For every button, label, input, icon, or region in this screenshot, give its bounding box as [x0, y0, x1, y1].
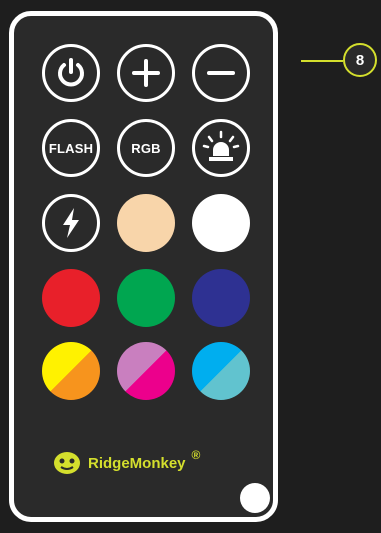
alarm-button[interactable] — [192, 119, 250, 177]
rgb-label: RGB — [131, 140, 161, 156]
red-button[interactable] — [42, 269, 100, 327]
rgb-button[interactable]: RGB — [117, 119, 175, 177]
registered-mark: ® — [191, 448, 201, 462]
strobe-button[interactable] — [42, 194, 100, 252]
white-button[interactable] — [192, 194, 250, 252]
callout-number: 8 — [355, 51, 365, 69]
power-icon — [58, 58, 84, 87]
blue-button[interactable] — [192, 269, 250, 327]
cyan-blue-button[interactable] — [192, 342, 250, 400]
green-button[interactable] — [117, 269, 175, 327]
callout-badge: 8 — [343, 43, 377, 77]
brand-logo: RidgeMonkey ® — [52, 448, 201, 476]
siren-icon — [202, 130, 240, 161]
flash-label: FLASH — [48, 140, 94, 156]
flash-button[interactable]: FLASH — [42, 119, 100, 177]
warm-white-button[interactable] — [117, 194, 175, 252]
pink-purple-button[interactable] — [117, 342, 175, 400]
callout-line — [301, 60, 343, 62]
minus-icon — [207, 71, 235, 75]
brightness-up-button[interactable] — [117, 44, 175, 102]
orange-yellow-button[interactable] — [42, 342, 100, 400]
power-button[interactable] — [42, 44, 100, 102]
lightning-icon — [63, 208, 79, 238]
brand-name: RidgeMonkey — [88, 454, 186, 472]
monkey-logo-icon — [54, 452, 80, 474]
lanyard-hole — [240, 483, 270, 513]
plus-icon — [132, 59, 160, 87]
brightness-down-button[interactable] — [192, 44, 250, 102]
